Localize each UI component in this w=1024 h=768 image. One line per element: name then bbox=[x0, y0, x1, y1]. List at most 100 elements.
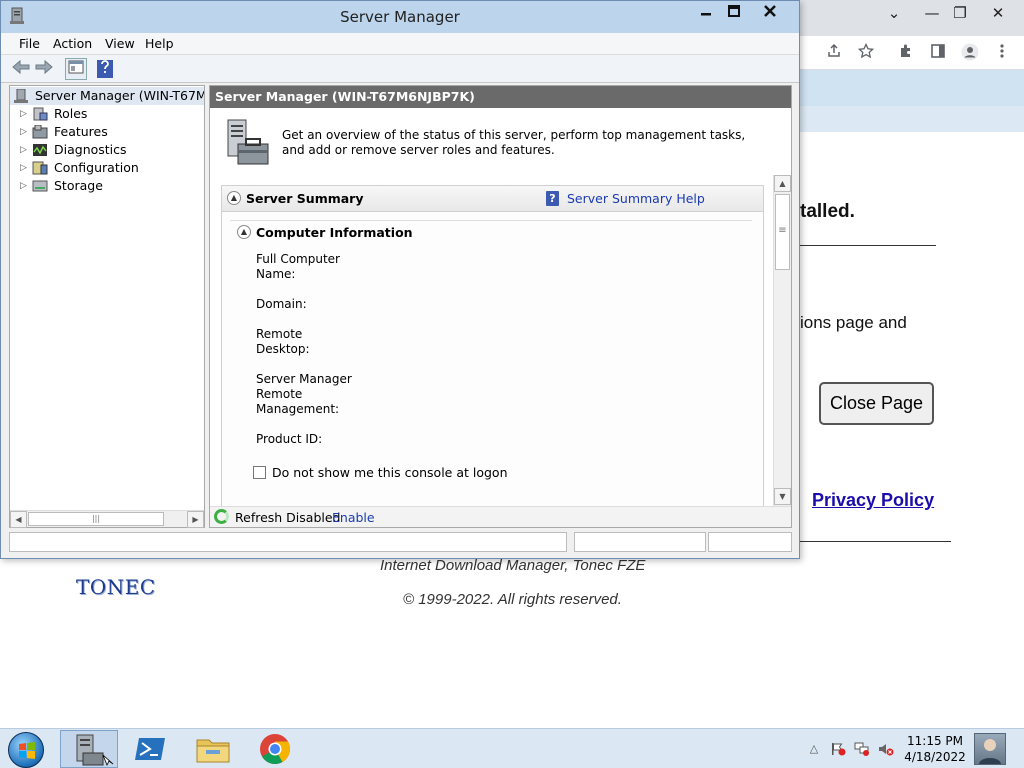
close-button[interactable] bbox=[755, 4, 785, 24]
browser-restore-button[interactable]: ❐ bbox=[946, 2, 974, 24]
overview-description: Get an overview of the status of this se… bbox=[282, 128, 746, 157]
show-hide-console-tree-icon[interactable] bbox=[65, 58, 87, 80]
scroll-thumb[interactable]: ≡ bbox=[775, 194, 790, 270]
back-arrow-icon[interactable] bbox=[11, 59, 31, 79]
remote-desktop-label: Remote Desktop: bbox=[256, 327, 310, 356]
full-computer-name-label: Full Computer Name: bbox=[256, 252, 340, 281]
scroll-right-icon[interactable]: ▶ bbox=[187, 511, 204, 528]
server-manager-window: Server Manager File Action View Help Ser… bbox=[0, 0, 800, 559]
menu-file[interactable]: File bbox=[19, 36, 40, 51]
scroll-left-icon[interactable]: ◀ bbox=[10, 511, 27, 528]
toolbar bbox=[1, 55, 799, 83]
tree-item-diagnostics[interactable]: ▷ Diagnostics bbox=[10, 141, 204, 159]
server-toolbox-icon bbox=[224, 118, 270, 168]
divider-line bbox=[800, 541, 951, 542]
tree-item-configuration[interactable]: ▷ Configuration bbox=[10, 159, 204, 177]
computer-information-title: Computer Information bbox=[256, 225, 413, 240]
title-bar[interactable]: Server Manager bbox=[1, 1, 799, 33]
installed-heading-fragment: talled. bbox=[800, 201, 855, 222]
server-summary-help-link[interactable]: Server Summary Help bbox=[567, 191, 705, 206]
enable-refresh-link[interactable]: Enable bbox=[332, 510, 375, 525]
diagnostics-icon bbox=[32, 143, 48, 157]
details-header: Server Manager (WIN-T67M6NJBP7K) bbox=[210, 86, 791, 108]
menu-bar: File Action View Help bbox=[1, 33, 799, 55]
menu-action[interactable]: Action bbox=[53, 36, 92, 51]
more-menu-icon[interactable] bbox=[991, 43, 1013, 63]
expand-arrow-icon[interactable]: ▷ bbox=[20, 105, 27, 123]
scroll-thumb[interactable]: ||| bbox=[28, 512, 164, 526]
logon-console-checkbox-label[interactable]: Do not show me this console at logon bbox=[272, 465, 508, 480]
privacy-policy-link[interactable]: Privacy Policy bbox=[812, 490, 934, 511]
tree-label-features: Features bbox=[54, 124, 108, 139]
details-vertical-scrollbar[interactable]: ▲ ≡ ▼ bbox=[773, 175, 791, 506]
options-text-fragment: ions page and bbox=[800, 313, 907, 332]
domain-label: Domain: bbox=[256, 297, 307, 311]
server-manager-icon bbox=[13, 88, 29, 103]
taskbar-server-manager[interactable] bbox=[60, 730, 118, 768]
tree-label-configuration: Configuration bbox=[54, 160, 139, 175]
status-cell-3 bbox=[708, 532, 792, 552]
bookmark-star-icon[interactable] bbox=[855, 42, 877, 63]
help-icon[interactable] bbox=[97, 60, 113, 78]
status-cell-main bbox=[9, 532, 567, 552]
extensions-puzzle-icon[interactable] bbox=[895, 43, 917, 63]
expand-arrow-icon[interactable]: ▷ bbox=[20, 159, 27, 177]
side-panel-icon[interactable] bbox=[927, 43, 949, 63]
browser-minimize-button[interactable]: — bbox=[918, 2, 946, 24]
tree-label-storage: Storage bbox=[54, 178, 103, 193]
refresh-status-bar: Refresh Disabled Enable bbox=[210, 506, 791, 527]
status-cell-2 bbox=[574, 532, 706, 552]
storage-icon bbox=[32, 179, 48, 193]
taskbar-powershell[interactable] bbox=[122, 730, 180, 768]
maximize-button[interactable] bbox=[719, 4, 749, 24]
server-summary-title: Server Summary bbox=[246, 191, 364, 206]
tonec-logo: TONEC bbox=[76, 575, 156, 599]
tree-label-roles: Roles bbox=[54, 106, 88, 121]
tree-item-root[interactable]: Server Manager (WIN-T67M6NJBP7K) bbox=[10, 87, 204, 105]
expand-arrow-icon[interactable]: ▷ bbox=[20, 123, 27, 141]
clock-time[interactable]: 11:15 PM bbox=[890, 734, 980, 748]
tree-item-roles[interactable]: ▷ Roles bbox=[10, 105, 204, 123]
menu-help[interactable]: Help bbox=[145, 36, 174, 51]
network-icon[interactable] bbox=[854, 742, 870, 756]
taskbar: △ 11:15 PM 4/18/2022 bbox=[0, 728, 1024, 768]
features-icon bbox=[32, 124, 48, 139]
profile-avatar-icon[interactable] bbox=[959, 43, 981, 63]
status-bar bbox=[9, 532, 792, 552]
product-id-label: Product ID: bbox=[256, 432, 323, 446]
close-page-button[interactable]: Close Page bbox=[819, 382, 934, 425]
summary-help-icon[interactable]: ? bbox=[546, 191, 559, 206]
browser-close-button[interactable]: ✕ bbox=[984, 2, 1012, 24]
tree-horizontal-scrollbar[interactable]: ◀ ||| ▶ bbox=[10, 510, 204, 528]
logon-console-checkbox[interactable] bbox=[253, 466, 266, 479]
expand-arrow-icon[interactable]: ▷ bbox=[20, 177, 27, 195]
tree-label-diagnostics: Diagnostics bbox=[54, 142, 127, 157]
roles-icon bbox=[32, 107, 48, 121]
server-summary-header[interactable]: ▲ Server Summary ? Server Summary Help bbox=[222, 186, 763, 212]
console-tree: Server Manager (WIN-T67M6NJBP7K) ▷ Roles… bbox=[9, 85, 205, 528]
share-icon[interactable] bbox=[823, 43, 845, 63]
collapse-computer-info-icon[interactable]: ▲ bbox=[237, 225, 251, 239]
window-title: Server Manager bbox=[340, 8, 460, 26]
taskbar-file-explorer[interactable] bbox=[184, 730, 242, 768]
remote-management-label: Server Manager Remote Management: bbox=[256, 372, 352, 416]
expand-arrow-icon[interactable]: ▷ bbox=[20, 141, 27, 159]
tab-search-chevron-icon[interactable]: ⌄ bbox=[880, 2, 908, 24]
refresh-icon bbox=[214, 509, 229, 524]
tree-item-storage[interactable]: ▷ Storage bbox=[10, 177, 204, 195]
clock-date[interactable]: 4/18/2022 bbox=[890, 750, 980, 764]
action-center-flag-icon[interactable] bbox=[830, 742, 846, 756]
minimize-button[interactable] bbox=[691, 4, 721, 24]
menu-view[interactable]: View bbox=[105, 36, 135, 51]
company-name: Internet Download Manager, Tonec FZE bbox=[380, 557, 646, 574]
tree-item-features[interactable]: ▷ Features bbox=[10, 123, 204, 141]
taskbar-chrome[interactable] bbox=[246, 730, 304, 768]
start-button[interactable] bbox=[8, 732, 44, 768]
divider-line bbox=[800, 245, 936, 246]
scroll-down-icon[interactable]: ▼ bbox=[774, 488, 791, 505]
user-avatar[interactable] bbox=[974, 733, 1006, 765]
scroll-up-icon[interactable]: ▲ bbox=[774, 175, 791, 192]
forward-arrow-icon[interactable] bbox=[34, 59, 54, 79]
collapse-summary-icon[interactable]: ▲ bbox=[227, 191, 241, 205]
show-hidden-icons-chevron[interactable]: △ bbox=[806, 742, 822, 756]
